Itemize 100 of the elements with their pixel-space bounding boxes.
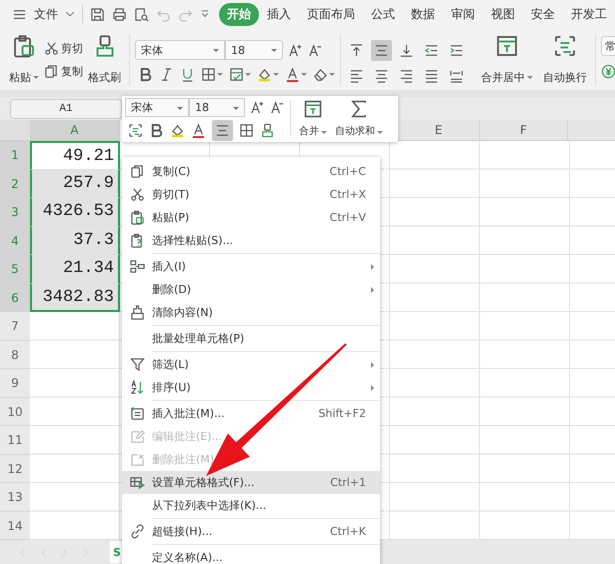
row-header[interactable]: 11 [0,426,30,454]
ribbon-tab[interactable]: 开发工 [563,2,615,26]
font-name-field[interactable]: 宋体 [135,40,225,60]
menu-item[interactable]: 删除(D) [122,278,380,301]
row-header[interactable]: 14 [0,512,30,540]
align-button[interactable] [212,120,233,140]
caret-icon [217,73,223,76]
caret-icon [321,130,327,134]
caret-icon [377,130,383,134]
scissors-icon [44,40,59,56]
column-header[interactable]: F [480,120,568,141]
decrease-font-icon[interactable] [270,100,285,114]
submenu-arrow-icon [371,385,374,391]
column-header[interactable]: E [398,120,480,141]
align-middle-icon [374,42,389,58]
underline-icon[interactable] [180,67,195,82]
paste-icon [130,210,144,225]
row-header[interactable]: 13 [0,483,30,512]
number-format-field[interactable]: 常 [601,36,615,56]
font-size-field[interactable]: 18 [189,98,245,116]
increase-font-icon[interactable] [250,100,265,114]
fill-color-icon[interactable] [257,67,272,82]
menu-item[interactable]: 清除内容(N) [122,301,380,324]
save-icon[interactable] [90,6,105,22]
row-header[interactable]: 9 [0,369,30,398]
align-top-icon [349,42,364,58]
merge-cells-icon [303,99,323,119]
italic-icon[interactable] [159,67,174,82]
bold-icon[interactable] [149,122,164,138]
row-header[interactable]: 12 [0,454,30,483]
menu-item[interactable]: 粘贴(P) Ctrl+V [122,206,380,229]
file-menu[interactable]: 文件 [34,6,58,22]
menu-item[interactable]: 剪切(T) Ctrl+X [122,183,380,206]
comment-edit-icon [130,429,144,444]
paste-icon [12,34,36,58]
more-icon[interactable] [200,9,210,19]
paintbrush-icon[interactable] [260,122,275,138]
ribbon-tab[interactable]: 公式 [363,2,403,26]
merge-center-button[interactable]: 合并居中 [469,32,538,90]
chevron-icon[interactable] [65,9,75,19]
menu-item[interactable]: 选择性粘贴(S)... [122,229,380,252]
increase-font-icon[interactable] [288,42,303,58]
eraser-icon[interactable] [313,67,328,82]
merge-button[interactable]: 合并 [296,98,330,140]
menu-item[interactable]: 设置单元格格式(F)... Ctrl+1 [122,471,380,494]
menu-item[interactable]: 定义名称(A)... [122,546,380,564]
justify-icon[interactable] [424,68,439,82]
font-color-icon[interactable] [285,67,300,82]
menu-item[interactable]: 插入(I) [122,255,380,278]
menu-item[interactable]: 批量处理单元格(P) [122,327,380,350]
paste-button[interactable]: 粘贴 [6,32,42,90]
copy-button[interactable]: 复制 [44,64,83,78]
table-cell: 21.34 [30,255,120,284]
borders-icon[interactable] [201,67,216,82]
format-cells-icon [130,475,144,490]
menu-item[interactable]: 复制(C) Ctrl+C [122,160,380,183]
cut-icon [130,187,144,202]
font-size-field[interactable]: 18 [225,40,283,60]
print-preview-icon[interactable] [134,6,149,22]
table-cell: 3482.83 [30,284,120,312]
checked-table-icon[interactable] [229,67,244,82]
ribbon-tab[interactable]: 审阅 [443,2,483,26]
ribbon-tab[interactable]: 插入 [259,2,299,26]
row-header[interactable]: 8 [0,340,30,369]
copy-icon [130,164,144,179]
bold-icon[interactable] [138,67,153,82]
menu-item[interactable]: 插入批注(M)... Shift+F2 [122,402,380,425]
align-left-icon[interactable] [349,68,364,82]
wrap-text-button[interactable]: 自动换行 [540,32,590,90]
ribbon-tab[interactable]: 安全 [523,2,563,26]
comment-delete-icon [130,452,144,467]
fill-color-icon[interactable] [170,122,185,138]
caret-icon [527,76,533,79]
menu-item[interactable]: 从下拉列表中选择(K)... [122,494,380,517]
caret-icon [301,73,307,76]
merge-cells-icon [495,34,519,58]
cut-button[interactable]: 剪切 [44,40,83,56]
align-center-icon[interactable] [374,68,389,82]
currency-icon[interactable] [601,64,615,79]
copy-icon [44,64,59,78]
font-color-icon[interactable] [191,122,206,138]
ribbon-tab[interactable]: 数据 [403,2,443,26]
wrap-text-icon[interactable] [128,122,143,138]
font-name-field[interactable]: 宋体 [125,98,189,116]
align-right-icon[interactable] [399,68,414,82]
menu-item[interactable]: 超链接(H)... Ctrl+K [122,520,380,543]
row-header[interactable]: 7 [0,312,30,340]
print-icon[interactable] [112,6,127,22]
ribbon-tab[interactable]: 视图 [483,2,523,26]
borders-icon[interactable] [239,122,254,138]
ribbon-tab[interactable]: 页面布局 [299,2,363,26]
autosum-button[interactable]: 自动求和 [332,98,386,140]
table-cell: 257.9 [30,170,120,198]
decrease-font-icon[interactable] [308,42,323,58]
align-middle-icon [215,122,230,138]
row-header[interactable]: 10 [0,398,30,426]
alignment-button[interactable] [371,40,392,60]
clear-icon [130,305,144,320]
format-painter-button[interactable]: 格式刷 [85,32,124,90]
name-box[interactable]: A1 [10,98,122,118]
